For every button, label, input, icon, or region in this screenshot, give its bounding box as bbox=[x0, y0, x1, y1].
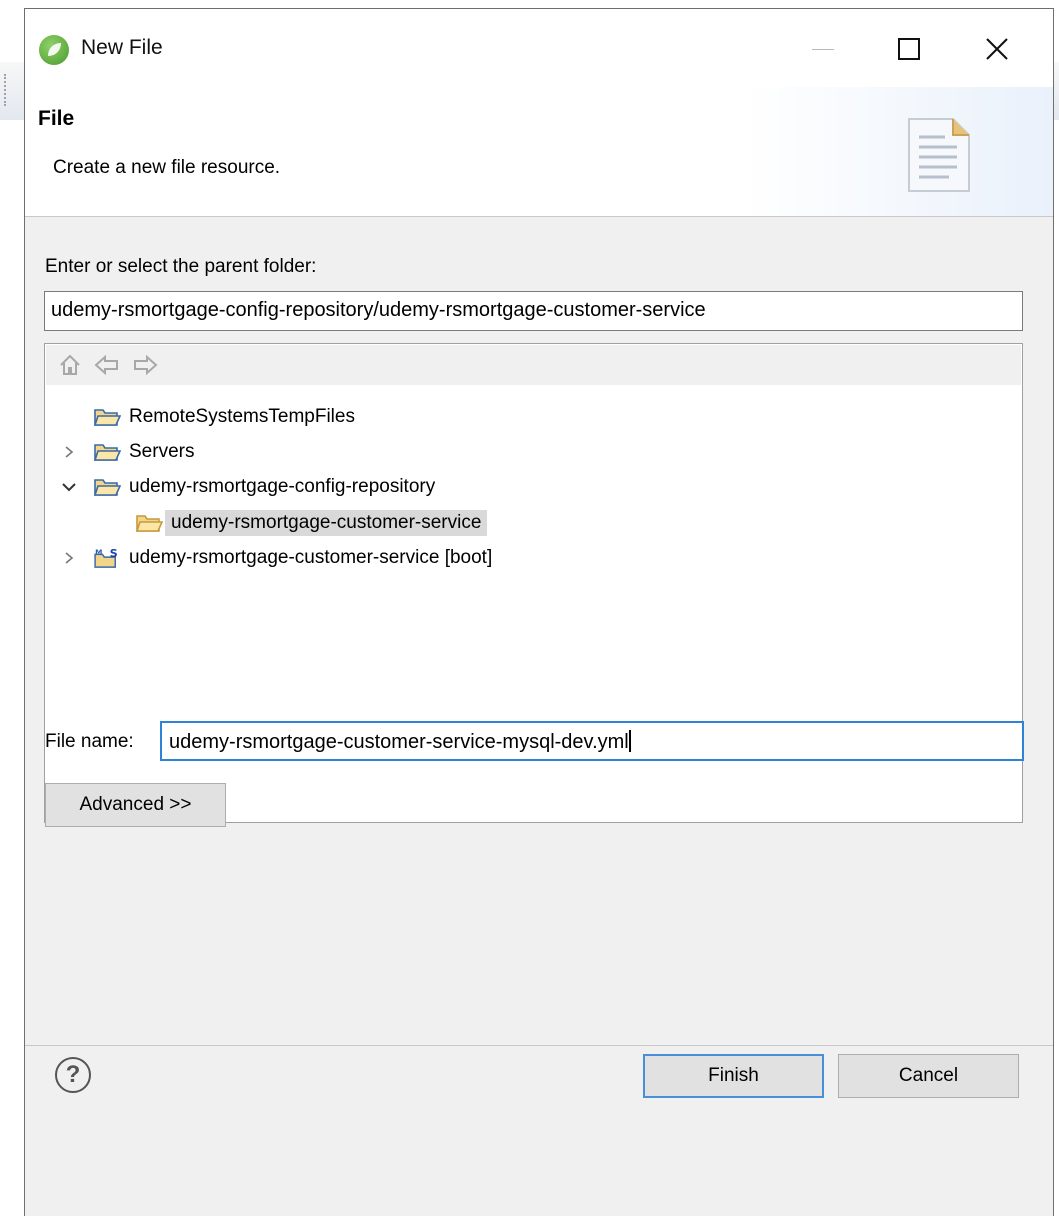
spring-leaf-icon bbox=[39, 35, 69, 65]
tree-item-label: RemoteSystemsTempFiles bbox=[129, 406, 355, 427]
svg-text:S: S bbox=[110, 547, 118, 560]
parent-folder-label: Enter or select the parent folder: bbox=[45, 256, 317, 277]
text-caret bbox=[628, 730, 631, 752]
svg-text:M: M bbox=[95, 547, 102, 556]
window-title: New File bbox=[81, 36, 163, 59]
minimize-button[interactable] bbox=[795, 23, 851, 75]
file-name-input[interactable]: udemy-rsmortgage-customer-service-mysql-… bbox=[160, 721, 1024, 761]
tree-item-label: udemy-rsmortgage-customer-service [boot] bbox=[129, 547, 493, 568]
page-description: Create a new file resource. bbox=[53, 157, 281, 178]
page-title: File bbox=[38, 107, 75, 130]
tree-toolbar bbox=[46, 345, 1021, 385]
home-icon[interactable] bbox=[58, 353, 82, 377]
close-button[interactable] bbox=[969, 23, 1025, 75]
new-file-dialog: New File File Create a new file resource… bbox=[24, 8, 1054, 1216]
parent-folder-input[interactable]: udemy-rsmortgage-config-repository/udemy… bbox=[44, 291, 1023, 331]
cancel-button[interactable]: Cancel bbox=[838, 1054, 1019, 1098]
document-icon bbox=[908, 118, 970, 192]
tree-item-label: Servers bbox=[129, 441, 195, 462]
folder-icon bbox=[93, 479, 121, 496]
tree-item-label: udemy-rsmortgage-config-repository bbox=[129, 476, 436, 497]
finish-button[interactable]: Finish bbox=[643, 1054, 824, 1098]
title-bar[interactable]: New File bbox=[25, 9, 1053, 87]
folder-icon bbox=[93, 409, 121, 426]
collapse-chevron-icon[interactable] bbox=[59, 477, 79, 497]
folder-icon bbox=[135, 515, 163, 532]
back-arrow-icon[interactable] bbox=[94, 353, 120, 377]
close-icon bbox=[986, 38, 1008, 60]
forward-arrow-icon[interactable] bbox=[132, 353, 158, 377]
wizard-banner: File Create a new file resource. bbox=[25, 87, 1053, 217]
maximize-icon bbox=[898, 38, 920, 60]
maximize-button[interactable] bbox=[881, 23, 937, 75]
tree-item-label: udemy-rsmortgage-customer-service bbox=[165, 510, 488, 536]
toolbar-grip bbox=[4, 74, 8, 106]
file-name-label: File name: bbox=[45, 731, 134, 752]
folder-icon bbox=[93, 444, 121, 461]
minimize-icon bbox=[812, 48, 834, 50]
file-name-value: udemy-rsmortgage-customer-service-mysql-… bbox=[169, 731, 629, 753]
help-icon[interactable]: ? bbox=[55, 1057, 91, 1093]
expand-chevron-icon[interactable] bbox=[59, 548, 79, 568]
spring-boot-project-icon: M S bbox=[94, 547, 118, 568]
expand-chevron-icon[interactable] bbox=[59, 442, 79, 462]
advanced-button[interactable]: Advanced >> bbox=[45, 783, 226, 827]
